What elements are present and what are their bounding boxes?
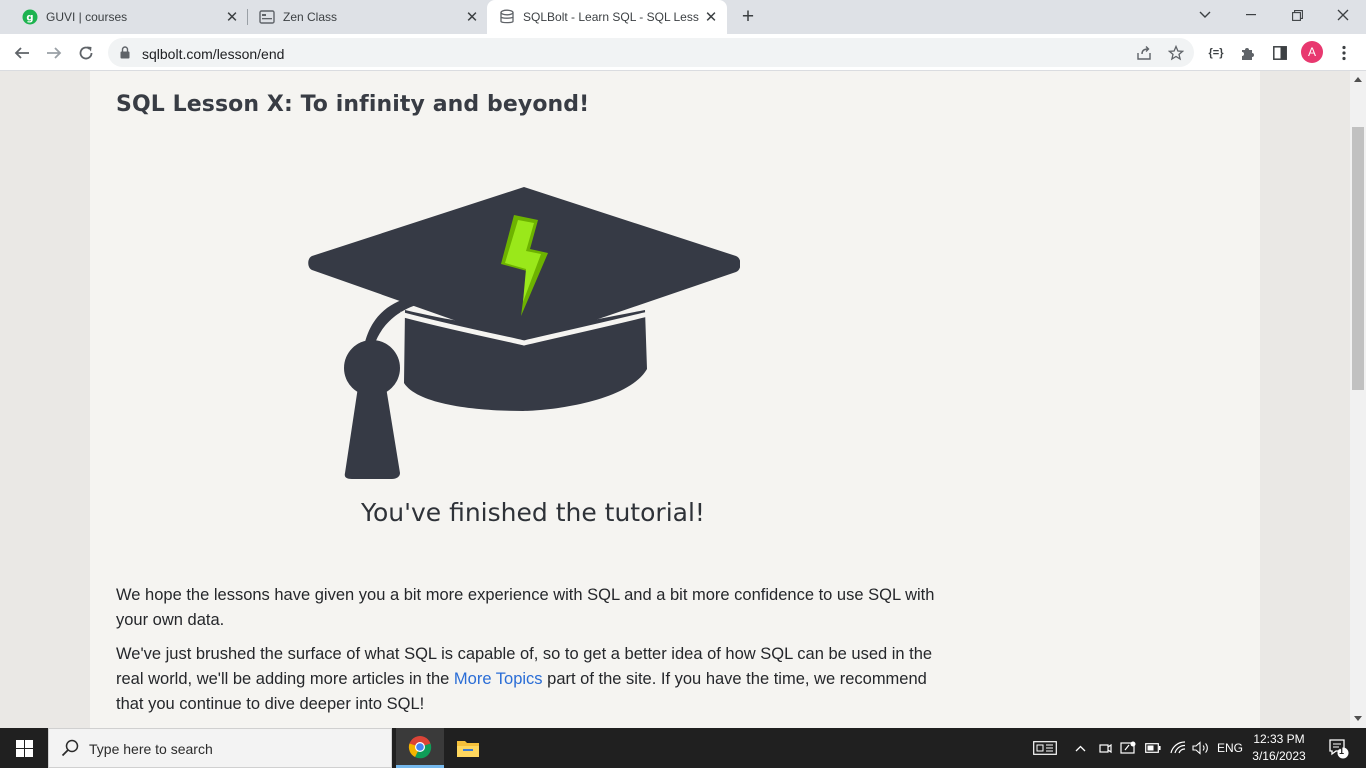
restore-icon[interactable]	[1274, 0, 1320, 30]
wifi-icon[interactable]	[1168, 728, 1188, 768]
file-explorer-taskbar-icon[interactable]	[444, 728, 492, 768]
bookmark-star-icon[interactable]	[1167, 44, 1185, 62]
notification-center-icon[interactable]: 1	[1318, 728, 1358, 768]
address-bar[interactable]: sqlbolt.com/lesson/end	[108, 38, 1194, 67]
search-icon	[61, 739, 79, 757]
paragraph-more-topics: We've just brushed the surface of what S…	[116, 642, 946, 717]
taskbar-clock[interactable]: 12:33 PM 3/16/2023	[1244, 731, 1314, 765]
svg-text:g: g	[26, 13, 33, 24]
clock-time: 12:33 PM	[1253, 732, 1305, 746]
show-hidden-icons-chevron-icon[interactable]	[1072, 728, 1088, 768]
more-topics-link[interactable]: More Topics	[454, 670, 543, 688]
back-arrow-icon[interactable]	[9, 40, 35, 66]
tab-strip: g GUVI | courses ✕ Zen Class ✕ SQLBolt -…	[0, 0, 1366, 34]
tab-title: Zen Class	[283, 10, 338, 24]
profile-avatar[interactable]: A	[1301, 41, 1323, 63]
display-status-icon[interactable]	[1118, 728, 1138, 768]
close-tab-icon[interactable]: ✕	[464, 9, 480, 26]
windows-taskbar: Type here to search ENG 12:33 PM 3/16/20…	[0, 728, 1366, 768]
lesson-title: SQL Lesson X: To infinity and beyond!	[116, 92, 590, 117]
forward-arrow-icon[interactable]	[41, 40, 67, 66]
side-panel-icon[interactable]	[1269, 42, 1291, 64]
scroll-up-arrow-icon[interactable]	[1354, 75, 1362, 83]
close-tab-icon[interactable]: ✕	[703, 9, 719, 26]
notification-badge: 1	[1339, 746, 1345, 756]
lock-icon[interactable]	[120, 46, 130, 59]
extensions-puzzle-icon[interactable]	[1237, 42, 1259, 64]
minimize-icon[interactable]	[1228, 0, 1274, 30]
scrollbar-thumb[interactable]	[1352, 127, 1364, 390]
close-tab-icon[interactable]: ✕	[224, 9, 240, 26]
extension-braces-icon[interactable]: {=}	[1205, 42, 1227, 64]
tab-sqlbolt[interactable]: SQLBolt - Learn SQL - SQL Lesson ✕	[487, 0, 727, 34]
page-viewport: SQL Lesson X: To infinity and beyond! Yo…	[0, 71, 1350, 728]
menu-kebab-icon[interactable]	[1333, 42, 1355, 64]
close-window-icon[interactable]	[1320, 0, 1366, 30]
tab-title: GUVI | courses	[46, 10, 128, 24]
scroll-down-arrow-icon[interactable]	[1354, 715, 1362, 723]
battery-icon[interactable]	[1144, 728, 1162, 768]
windows-start-icon[interactable]	[0, 728, 48, 768]
url-text: sqlbolt.com/lesson/end	[142, 46, 285, 62]
reload-icon[interactable]	[73, 40, 99, 66]
tab-search-icon[interactable]	[1182, 0, 1228, 30]
clock-date: 3/16/2023	[1252, 749, 1306, 763]
meet-now-icon[interactable]	[1096, 728, 1114, 768]
guvi-logo-icon: g	[22, 9, 38, 25]
paragraph-intro: We hope the lessons have given you a bit…	[116, 586, 935, 629]
language-indicator[interactable]: ENG	[1214, 728, 1246, 768]
new-tab-button[interactable]: +	[737, 5, 759, 29]
share-icon[interactable]	[1135, 44, 1153, 62]
browser-toolbar: sqlbolt.com/lesson/end {=} A	[0, 34, 1366, 71]
zen-class-icon	[259, 10, 275, 24]
action-view-icon[interactable]	[1032, 728, 1058, 768]
chrome-taskbar-icon[interactable]	[396, 728, 444, 768]
taskbar-search-box[interactable]: Type here to search	[48, 728, 392, 768]
tab-separator	[247, 9, 248, 25]
lesson-content: SQL Lesson X: To infinity and beyond! Yo…	[90, 71, 1260, 728]
vertical-scrollbar[interactable]	[1350, 71, 1366, 728]
database-icon	[500, 9, 514, 24]
tab-zen-class[interactable]: Zen Class ✕	[250, 0, 486, 34]
tab-guvi[interactable]: g GUVI | courses ✕	[12, 0, 246, 34]
tab-title: SQLBolt - Learn SQL - SQL Lesson	[523, 10, 699, 24]
volume-icon[interactable]	[1190, 728, 1212, 768]
finished-caption: You've finished the tutorial!	[361, 498, 705, 527]
graduation-cap-image	[308, 187, 740, 479]
search-placeholder: Type here to search	[89, 741, 213, 757]
